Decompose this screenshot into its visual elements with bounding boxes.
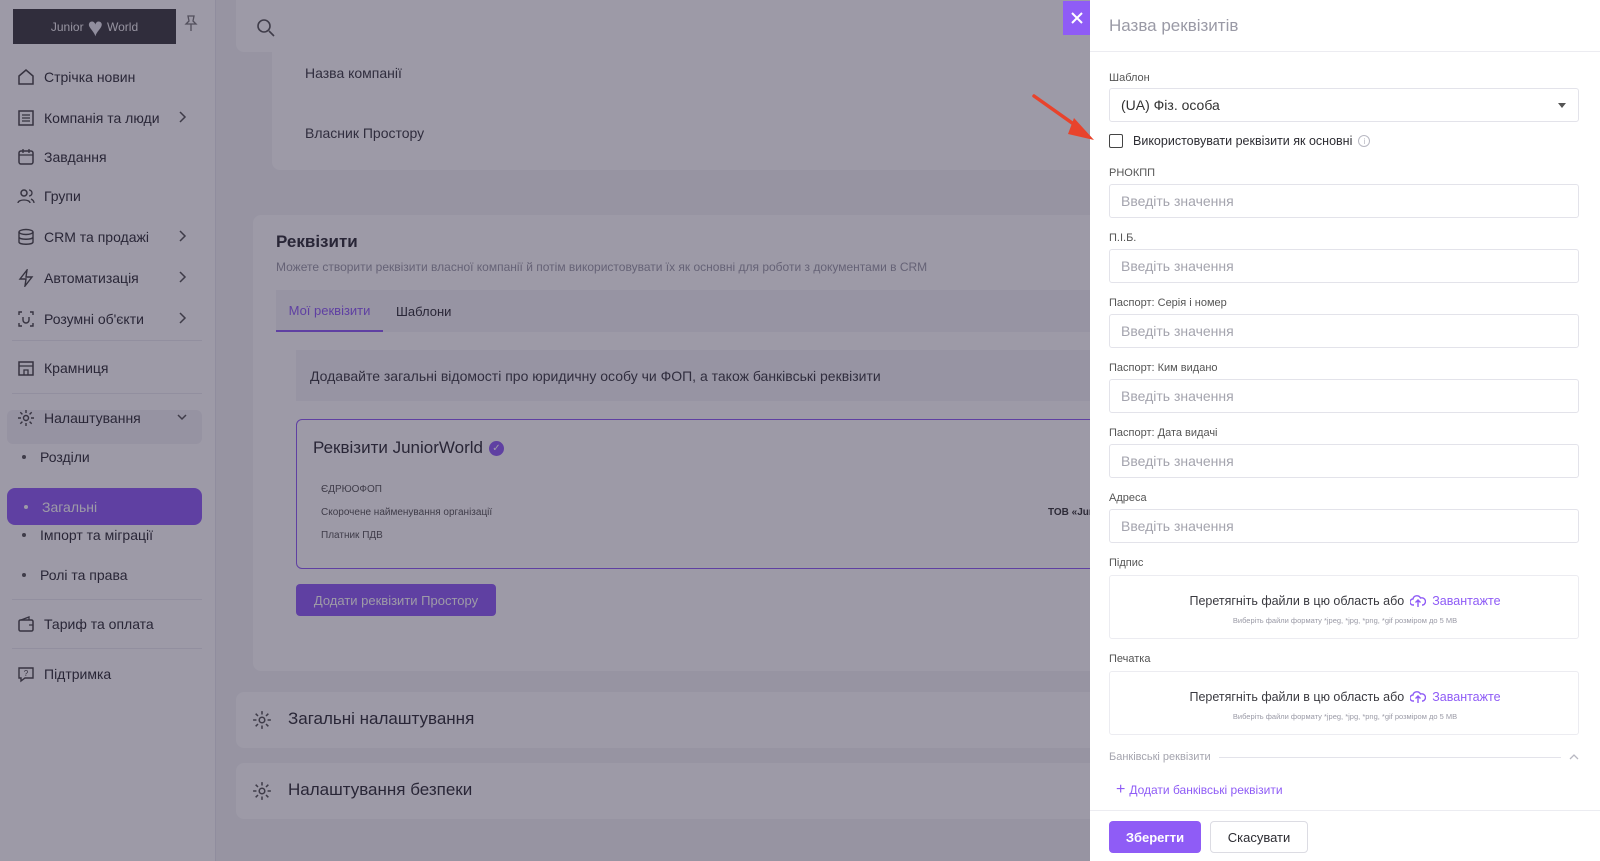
address-input[interactable] — [1109, 509, 1579, 543]
stamp-upload-zone[interactable]: Перетягніть файли в цю область або Заван… — [1109, 671, 1579, 735]
use-as-main-checkbox[interactable] — [1109, 134, 1123, 148]
upload-link[interactable]: Завантажте — [1410, 594, 1501, 608]
save-button[interactable]: Зберегти — [1109, 821, 1201, 853]
use-as-main-label: Використовувати реквізити як основні — [1133, 134, 1353, 148]
field-label: П.І.Б. — [1109, 232, 1137, 244]
upload-link-text: Завантажте — [1432, 690, 1501, 704]
bank-requisites-divider[interactable]: Банківські реквізити — [1109, 749, 1579, 765]
add-bank-requisites-link[interactable]: + Додати банківські реквізити — [1116, 782, 1283, 798]
upload-line: Перетягніть файли в цю область або Заван… — [1110, 594, 1580, 608]
stamp-label: Печатка — [1109, 653, 1151, 665]
use-as-main-row[interactable]: Використовувати реквізити як основні i — [1109, 134, 1371, 148]
chevron-up-icon[interactable] — [1569, 753, 1579, 761]
upload-line: Перетягніть файли в цю область або Заван… — [1110, 690, 1580, 704]
signature-label: Підпис — [1109, 557, 1144, 569]
upload-link-text: Завантажте — [1432, 594, 1501, 608]
passport-number-input[interactable] — [1109, 314, 1579, 348]
divider-line — [1218, 756, 1561, 758]
plus-icon: + — [1116, 781, 1126, 798]
rnokpp-input[interactable] — [1109, 184, 1579, 218]
drawer-header: Назва реквізитів — [1090, 0, 1600, 52]
template-select[interactable]: (UA) Фіз. особа — [1109, 88, 1579, 122]
cloud-upload-icon — [1410, 691, 1427, 703]
close-drawer-button[interactable] — [1063, 1, 1091, 35]
cloud-upload-icon — [1410, 595, 1427, 607]
cancel-button[interactable]: Скасувати — [1210, 821, 1308, 853]
modal-backdrop[interactable] — [0, 0, 1090, 861]
upload-hint: Виберіть файли формату *jpeg, *jpg, *png… — [1232, 616, 1458, 625]
bank-section-label: Банківські реквізити — [1109, 751, 1211, 763]
upload-text: Перетягніть файли в цю область або — [1189, 690, 1405, 704]
add-bank-requisites-text: Додати банківські реквізити — [1129, 783, 1283, 797]
drawer-footer: Зберегти Скасувати — [1090, 810, 1600, 861]
signature-upload-zone[interactable]: Перетягніть файли в цю область або Заван… — [1109, 575, 1579, 639]
upload-hint: Виберіть файли формату *jpeg, *jpg, *png… — [1232, 712, 1458, 721]
caret-down-icon — [1558, 103, 1566, 108]
upload-text: Перетягніть файли в цю область або — [1189, 594, 1405, 608]
full-name-input[interactable] — [1109, 249, 1579, 283]
upload-link[interactable]: Завантажте — [1410, 690, 1501, 704]
requisites-drawer: Назва реквізитів Шаблон (UA) Фіз. особа … — [1090, 0, 1600, 861]
field-label: Паспорт: Серія і номер — [1109, 297, 1227, 309]
drawer-title[interactable]: Назва реквізитів — [1109, 16, 1238, 36]
field-label: Адреса — [1109, 492, 1147, 504]
field-label: Паспорт: Дата видачі — [1109, 427, 1218, 439]
close-icon — [1071, 12, 1083, 24]
passport-issued-by-input[interactable] — [1109, 379, 1579, 413]
template-select-value: (UA) Фіз. особа — [1121, 97, 1220, 113]
passport-issue-date-input[interactable] — [1109, 444, 1579, 478]
info-icon[interactable]: i — [1358, 135, 1371, 147]
template-label: Шаблон — [1109, 72, 1150, 84]
field-label: Паспорт: Ким видано — [1109, 362, 1218, 374]
annotation-arrow-icon — [1032, 94, 1094, 140]
field-label: РНОКПП — [1109, 167, 1156, 179]
